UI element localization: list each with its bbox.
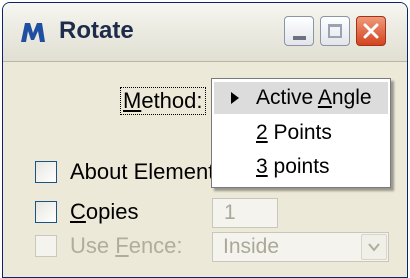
menu-item-label-accel: A: [317, 86, 332, 109]
fence-mode-select[interactable]: Inside: [212, 232, 389, 262]
menu-item-label-pre: Active: [256, 86, 318, 109]
menu-item-label: 2 Points: [256, 121, 332, 145]
about-element-label: About Element: [70, 159, 215, 184]
menu-item-label: Active Angle: [256, 86, 372, 110]
minimize-button[interactable]: [284, 16, 314, 46]
maximize-button[interactable]: [320, 16, 350, 46]
microstation-m-icon: [21, 23, 45, 42]
method-label-rest: ethod:: [141, 88, 203, 113]
use-fence-label-accel: F: [115, 233, 129, 258]
fence-mode-value: Inside: [223, 235, 280, 258]
menu-item-active-angle[interactable]: Active Angle: [214, 82, 388, 114]
menu-item-label-post: Points: [267, 121, 332, 144]
menu-item-label-post: ngle: [331, 86, 372, 109]
method-label-accel: M: [123, 88, 142, 113]
chevron-down-icon: [368, 243, 380, 252]
copies-label-rest: opies: [85, 199, 139, 224]
use-fence-label-post: ence:: [128, 233, 183, 258]
close-icon: [363, 23, 379, 39]
minimize-icon: [293, 36, 306, 40]
window-title: Rotate: [59, 17, 134, 44]
copies-label: Copies: [70, 199, 138, 225]
maximize-icon: [328, 24, 342, 38]
selected-triangle-icon: [231, 92, 239, 104]
menu-item-2-points[interactable]: 2 Points: [214, 117, 388, 149]
about-element-checkbox[interactable]: [35, 161, 57, 183]
use-fence-label: Use Fence:: [70, 233, 183, 259]
method-label[interactable]: Method:: [120, 87, 206, 115]
copies-checkbox[interactable]: [35, 201, 57, 223]
copies-count-field[interactable]: 1: [212, 198, 278, 228]
menu-item-label-accel: 3: [256, 155, 268, 178]
menu-item-3-points[interactable]: 3 points: [214, 151, 388, 183]
menu-item-label-accel: 2: [256, 121, 268, 144]
rotate-dialog: Rotate Method: About Element Copies 1 Us…: [2, 2, 408, 278]
use-fence-checkbox[interactable]: [35, 235, 57, 257]
use-fence-label-pre: Use: [70, 233, 116, 258]
fence-mode-dropdown-button[interactable]: [361, 234, 387, 260]
title-bar[interactable]: Rotate: [3, 3, 407, 62]
method-dropdown-menu: Active Angle 2 Points 3 points: [211, 78, 391, 188]
copies-label-accel: C: [70, 199, 86, 224]
menu-item-label: 3 points: [256, 155, 330, 179]
menu-item-label-post: points: [267, 155, 330, 178]
close-button[interactable]: [356, 16, 386, 46]
